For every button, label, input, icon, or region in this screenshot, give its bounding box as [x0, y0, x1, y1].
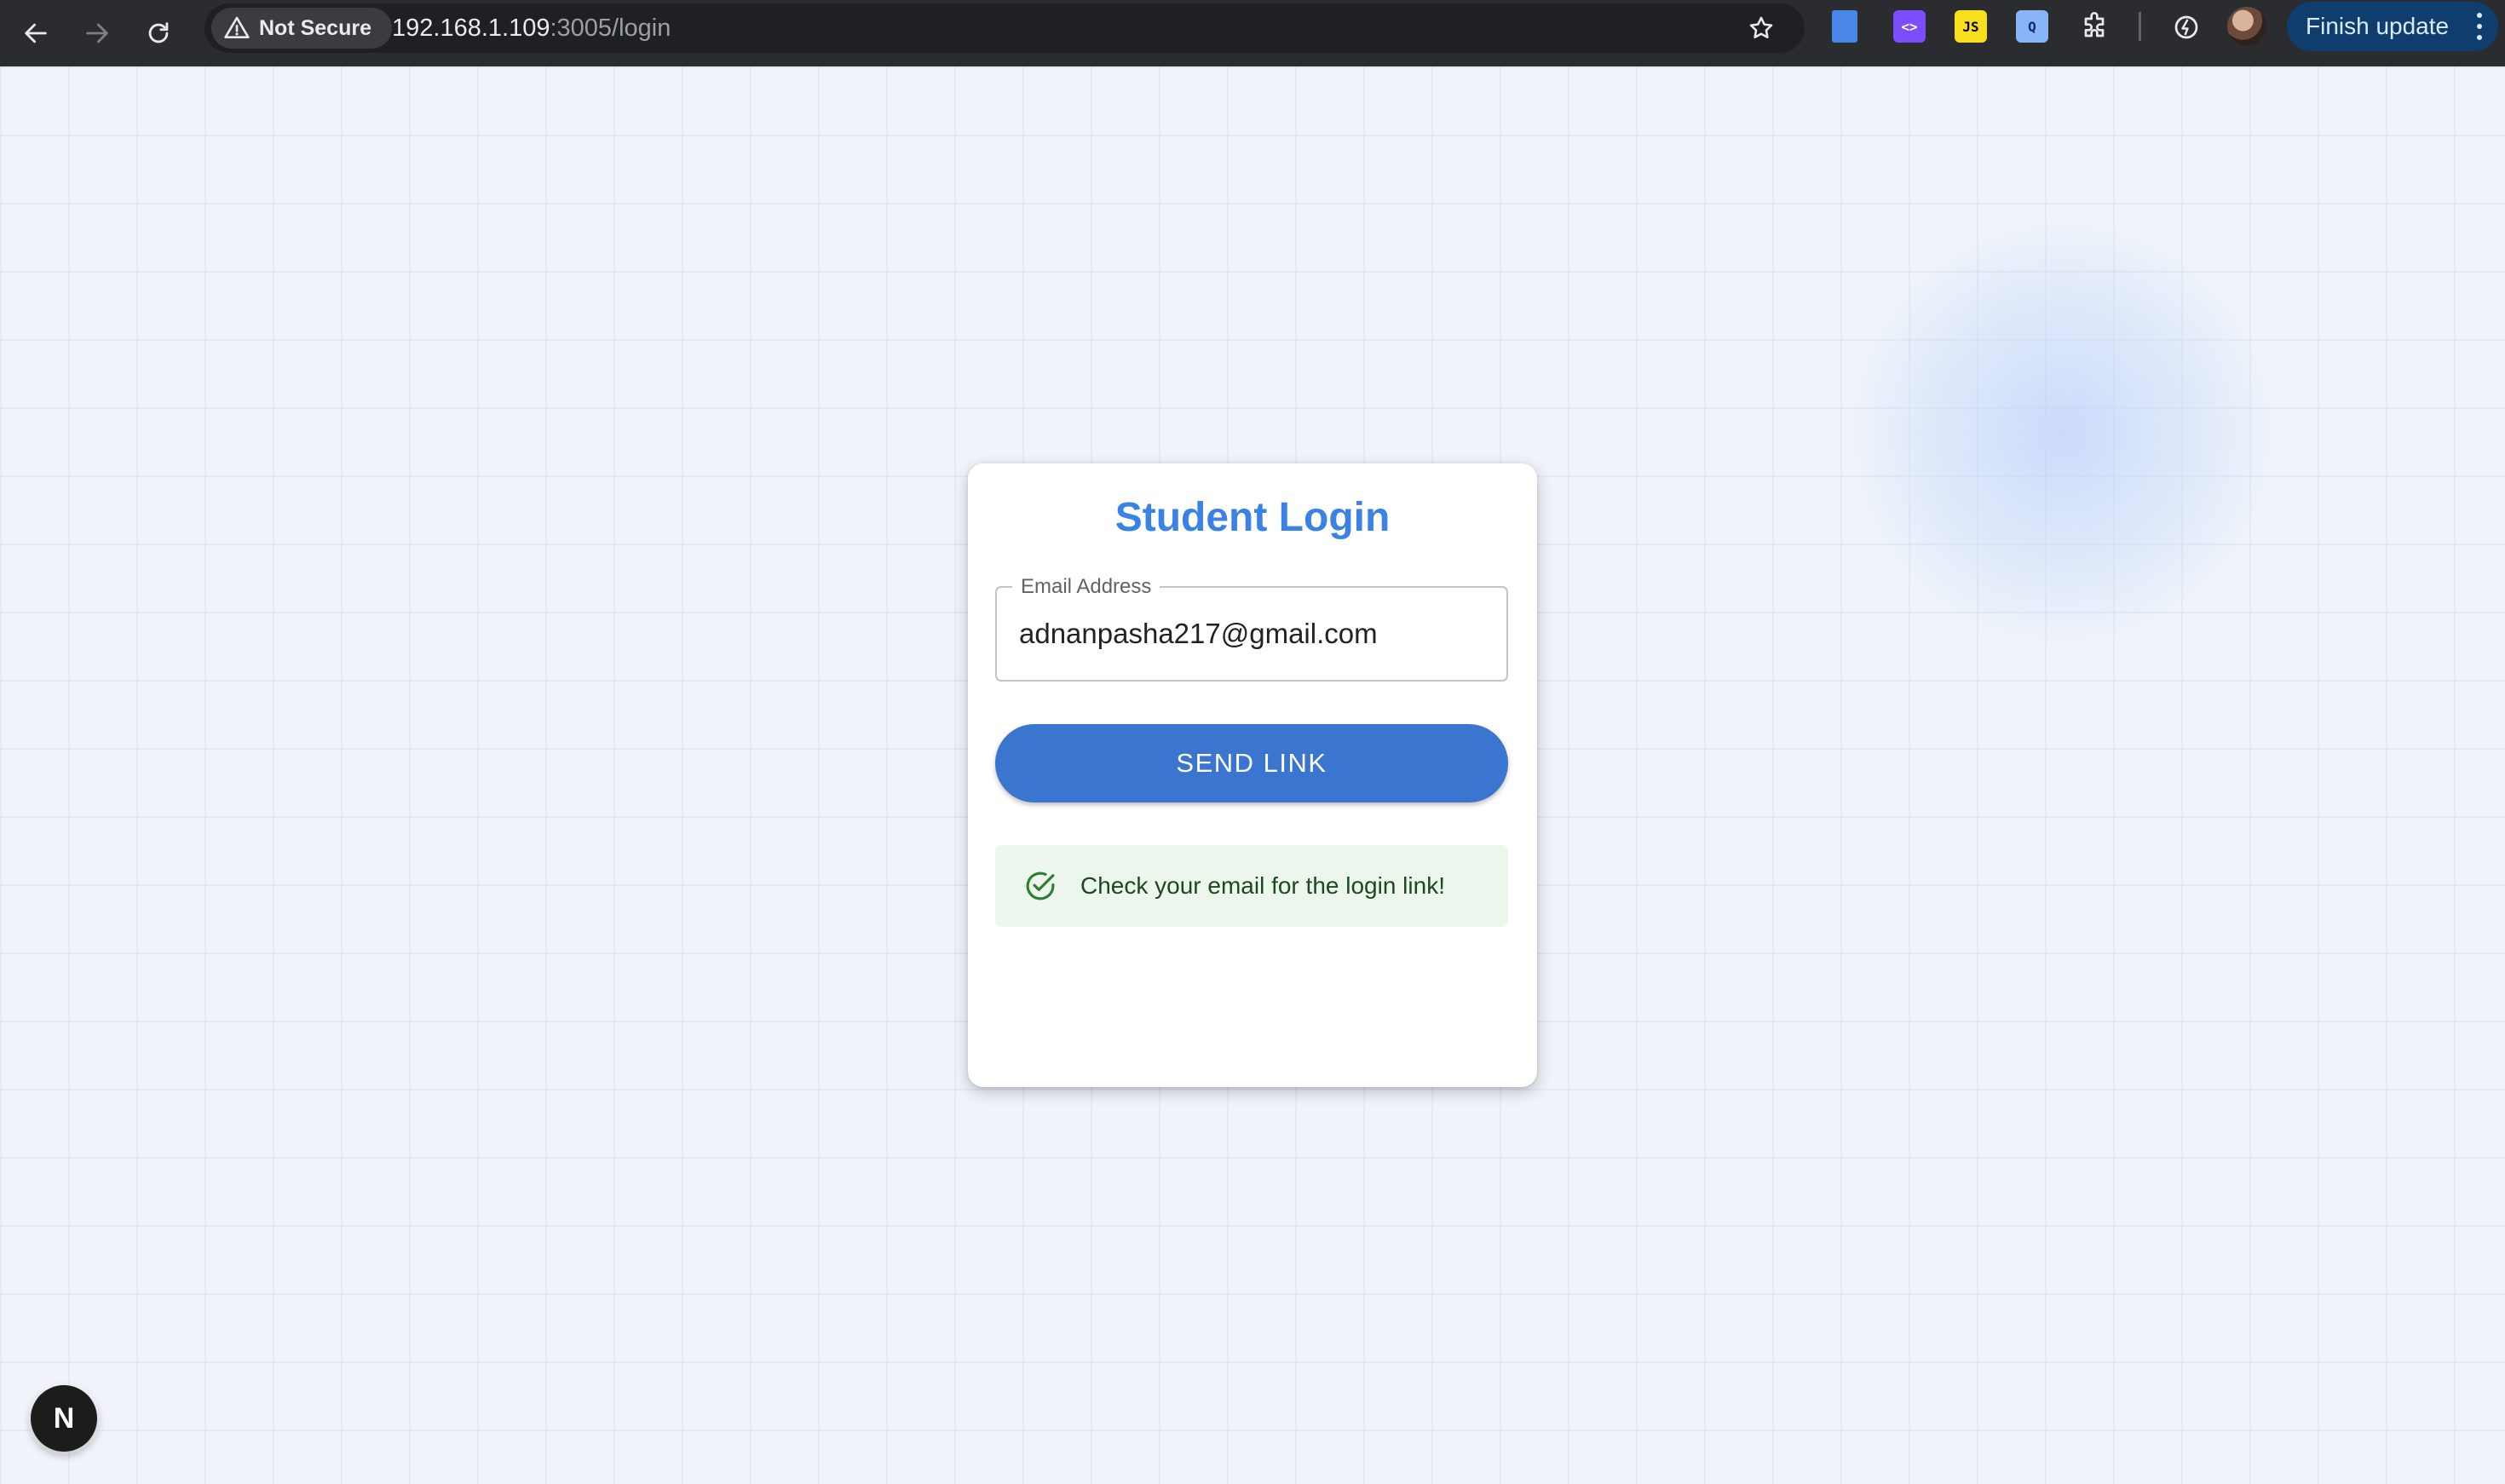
url-host: 192.168.1.109 [392, 14, 550, 42]
browser-toolbar: Not Secure 192.168.1.109:3005/login <> J… [0, 0, 2505, 66]
docs-extension-icon[interactable] [1832, 10, 1857, 43]
inspect-extension-icon[interactable]: Q [2016, 10, 2048, 43]
arrow-right-icon [86, 23, 108, 43]
check-circle-icon [1022, 868, 1058, 904]
toolbar-divider [2139, 12, 2141, 41]
security-label: Not Secure [259, 15, 371, 40]
email-field[interactable]: Email Address [995, 574, 1508, 682]
send-link-button[interactable]: SEND LINK [995, 724, 1508, 802]
nextjs-logo-icon[interactable]: N [31, 1385, 97, 1452]
reload-icon [148, 22, 169, 43]
url-path: :3005/login [550, 14, 671, 42]
performance-icon[interactable] [2166, 7, 2207, 48]
kebab-menu-icon [2476, 13, 2483, 40]
finish-update-label: Finish update [2306, 13, 2450, 39]
page-title: Student Login [1114, 495, 1391, 540]
code-extension-icon[interactable]: <> [1893, 10, 1926, 43]
warning-triangle-icon [224, 16, 250, 38]
decorative-glow [1840, 211, 2283, 654]
success-message: Check your email for the login link! [1080, 872, 1445, 899]
forward-button[interactable] [72, 8, 123, 59]
email-input[interactable] [1019, 588, 1496, 680]
bookmark-button[interactable] [1736, 3, 1786, 53]
arrow-left-icon [25, 23, 47, 43]
js-extension-icon[interactable]: JS [1955, 10, 1987, 43]
security-chip[interactable]: Not Secure [211, 8, 392, 49]
success-alert: Check your email for the login link! [995, 845, 1508, 927]
address-bar[interactable]: Not Secure 192.168.1.109:3005/login [204, 3, 1805, 53]
back-button[interactable] [10, 8, 61, 59]
page-background: Student Login Email Address SEND LINK Ch… [0, 66, 2505, 1484]
login-card: Student Login Email Address SEND LINK Ch… [968, 463, 1537, 1087]
reload-button[interactable] [133, 8, 184, 59]
puzzle-extensions-icon[interactable] [2074, 7, 2115, 48]
finish-update-button[interactable]: Finish update [2287, 2, 2498, 51]
profile-avatar[interactable] [2227, 7, 2266, 46]
url-text[interactable]: 192.168.1.109:3005/login [392, 3, 671, 53]
star-icon [1749, 16, 1773, 39]
